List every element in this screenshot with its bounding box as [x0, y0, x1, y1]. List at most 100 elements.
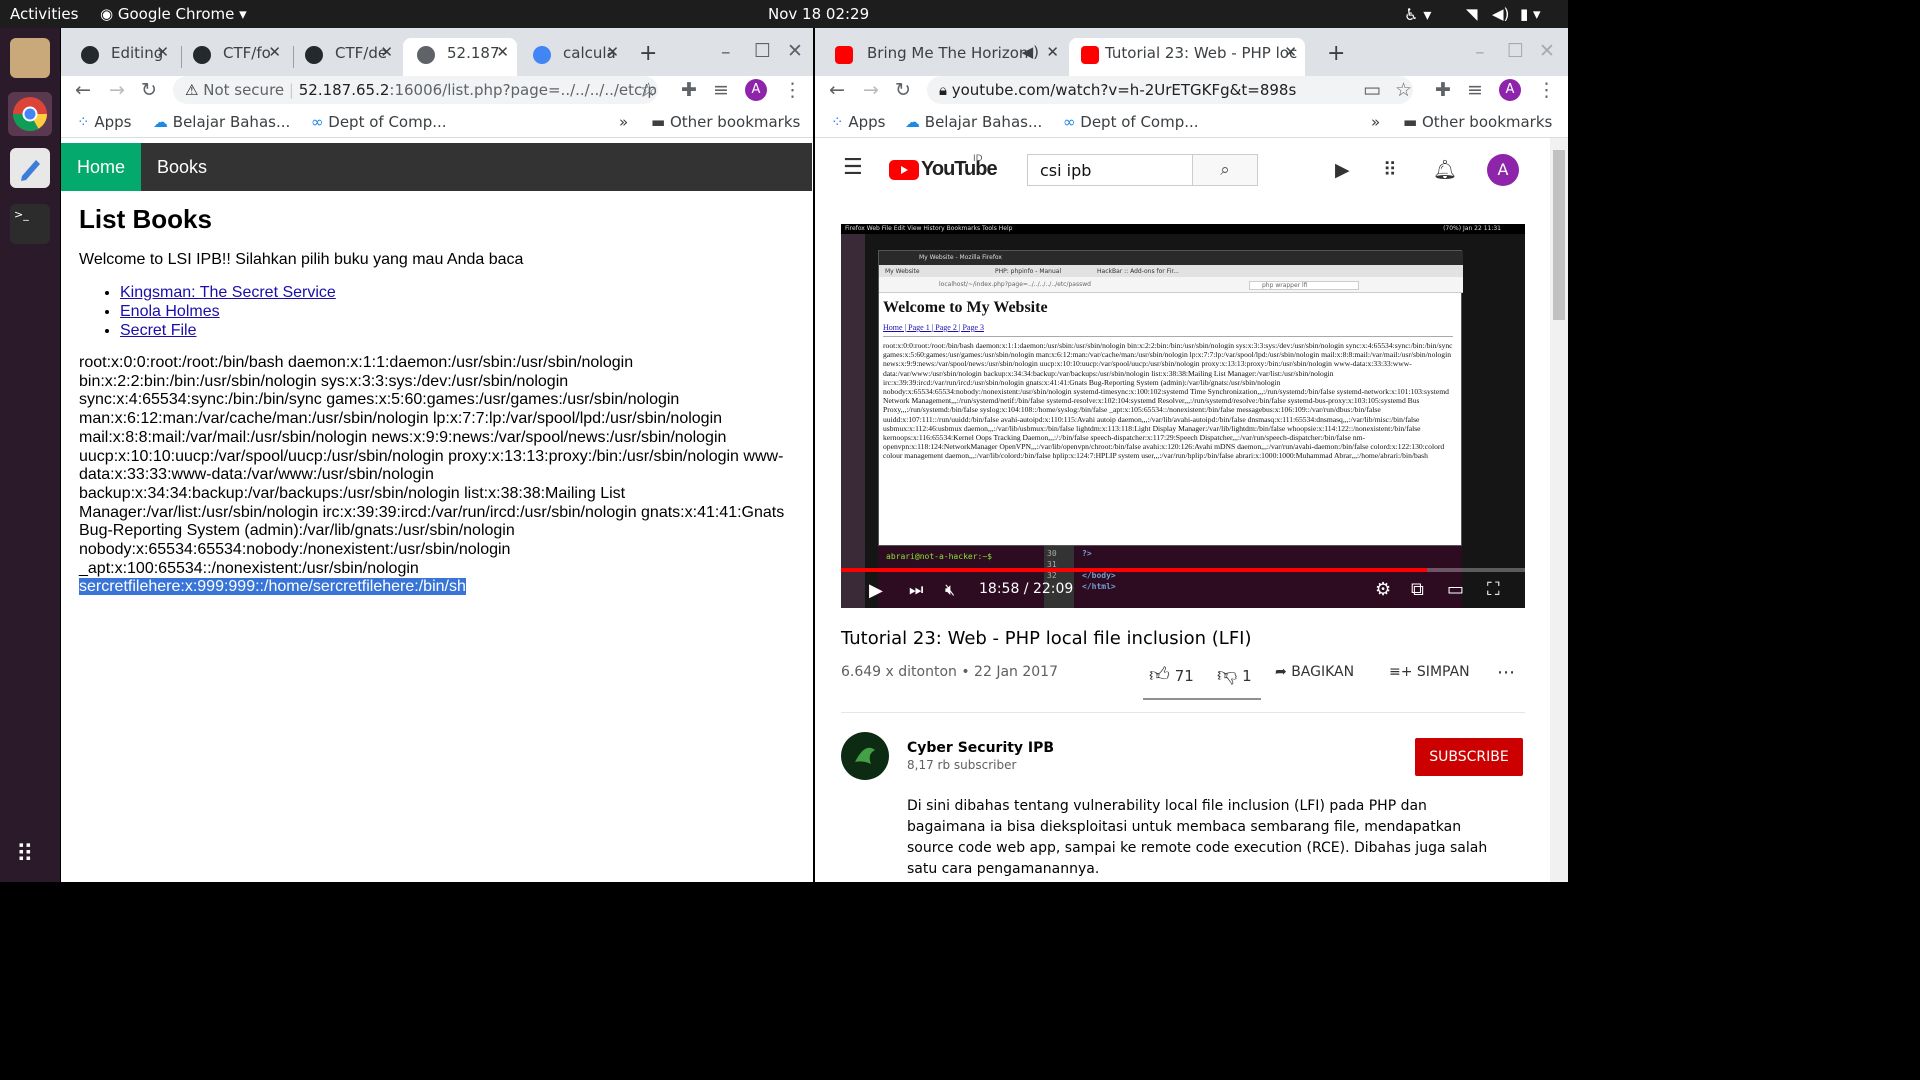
play-icon[interactable]: ▶ — [869, 580, 883, 601]
minimize-icon[interactable]: – — [1475, 42, 1485, 62]
book-link-kingsman[interactable]: Kingsman: The Secret Service — [120, 284, 336, 301]
media-icon[interactable]: ≡ — [713, 80, 729, 100]
create-video-icon[interactable]: ▶︎ — [1335, 160, 1350, 180]
miniplayer-icon[interactable]: ⧉ — [1411, 579, 1424, 600]
more-actions-icon[interactable]: ⋯ — [1497, 662, 1515, 683]
dislike-button[interactable]: 👎︎ 1 — [1217, 662, 1252, 687]
chrome-app-menu[interactable]: ◉ Google Chrome ▾ — [100, 5, 247, 23]
accessibility-icon[interactable]: ♿ ▾ — [1404, 5, 1431, 24]
bookmark-other[interactable]: ▬ Other bookmarks — [651, 113, 800, 131]
reload-icon[interactable]: ↻ — [895, 80, 911, 100]
media-icon[interactable]: ≡ — [1467, 80, 1483, 100]
apps-grid-icon[interactable]: ⠿ — [1383, 160, 1397, 180]
tab-editing[interactable]: Editing ✕ — [67, 38, 177, 76]
menu-icon[interactable]: ⋮ — [1537, 80, 1556, 100]
back-icon[interactable]: ← — [829, 80, 845, 100]
menu-icon[interactable]: ⋮ — [783, 80, 802, 100]
minimize-icon[interactable]: – — [721, 42, 731, 62]
close-icon[interactable]: ✕ — [606, 43, 619, 61]
close-window-icon[interactable]: ✕ — [787, 41, 803, 61]
show-apps-icon[interactable]: ⠿ — [16, 840, 34, 868]
fullscreen-icon[interactable]: ⛶ — [1487, 579, 1500, 600]
forward-icon[interactable]: → — [109, 80, 125, 100]
next-icon[interactable]: ⏭ — [909, 580, 923, 600]
terminal-icon[interactable]: >_ — [10, 204, 50, 244]
left-address-bar[interactable]: ⚠ Not secure | 52.187.65.2:16006/list.ph… — [173, 76, 658, 104]
left-browser-window: Editing ✕ CTF/fo ✕ CTF/de ✕ 52.187 ✕ calcula… — [61, 28, 813, 882]
bookmarks-overflow-icon[interactable]: » — [1371, 113, 1380, 131]
maximize-icon[interactable]: ☐ — [1507, 41, 1524, 61]
volume-icon[interactable]: ◀) — [1492, 5, 1509, 23]
activities-button[interactable]: Activities — [10, 5, 78, 23]
scrollbar[interactable] — [1550, 138, 1568, 882]
reload-icon[interactable]: ↻ — [141, 80, 157, 100]
new-tab-icon[interactable]: + — [1327, 43, 1345, 65]
battery-icon[interactable]: ▮ ▾ — [1520, 5, 1541, 23]
close-icon[interactable]: ✕ — [1046, 43, 1059, 61]
star-icon[interactable]: ☆ — [640, 80, 657, 100]
hamburger-icon[interactable]: ☰ — [843, 157, 863, 179]
selected-text[interactable]: sercretfilehere:x:999:999::/home/sercret… — [79, 578, 466, 596]
close-window-icon[interactable]: ✕ — [1539, 41, 1555, 61]
tab-active-52187[interactable]: 52.187 ✕ — [403, 38, 517, 76]
bookmark-belajar[interactable]: ☁ Belajar Bahas... — [905, 113, 1042, 131]
bookmark-apps[interactable]: ⁘ Apps — [831, 113, 885, 131]
yt-avatar[interactable]: A — [1487, 154, 1519, 186]
scrollbar-thumb[interactable] — [1553, 150, 1565, 320]
tab-calcula[interactable]: calcula ✕ — [519, 38, 627, 76]
save-button[interactable]: ≡+ SIMPAN — [1389, 664, 1470, 680]
cast-icon[interactable]: ▭ — [1363, 80, 1381, 100]
profile-avatar[interactable]: A — [1499, 79, 1521, 101]
close-icon[interactable]: ✕ — [156, 43, 169, 61]
maximize-icon[interactable]: ☐ — [754, 41, 771, 61]
page-title: List Books — [79, 204, 212, 234]
star-icon[interactable]: ☆ — [1395, 80, 1412, 100]
close-icon[interactable]: ✕ — [1284, 43, 1297, 61]
youtube-search-input[interactable]: csi ipb — [1027, 154, 1193, 186]
profile-avatar[interactable]: A — [745, 79, 767, 101]
audio-icon[interactable]: ◀) — [1022, 43, 1039, 61]
video-player[interactable]: Firefox Web File Edit View History Bookm… — [841, 224, 1525, 608]
video-inner-url: localhost/~/index.php?page=../../../../.… — [939, 281, 1091, 288]
wifi-icon[interactable]: ◥ — [1466, 5, 1478, 23]
close-icon[interactable]: ✕ — [268, 43, 281, 61]
bookmark-apps[interactable]: ⁘ Apps — [77, 113, 131, 131]
like-button[interactable]: 👍︎ 71 — [1149, 662, 1194, 687]
tab-active-tutorial[interactable]: Tutorial 23: Web - PHP loc ✕ — [1069, 38, 1305, 76]
chrome-dock-icon[interactable] — [8, 92, 52, 136]
search-icon[interactable]: ⌕ — [1192, 154, 1258, 186]
channel-avatar[interactable] — [841, 732, 889, 780]
files-icon[interactable] — [10, 38, 50, 78]
close-icon[interactable]: ✕ — [496, 43, 509, 61]
clock[interactable]: Nov 18 02:29 — [768, 5, 869, 23]
tab-bring-me-the-horizon[interactable]: Bring Me The Horizon ◀) ✕ — [821, 38, 1067, 76]
right-address-bar[interactable]: 🔒︎ youtube.com/watch?v=h-2UrETGKFg&t=898… — [927, 76, 1413, 104]
forward-icon[interactable]: → — [863, 80, 879, 100]
tab-ctf-2[interactable]: CTF/de ✕ — [291, 38, 401, 76]
nav-home[interactable]: Home — [61, 143, 141, 191]
extensions-icon[interactable]: ✚ — [1435, 80, 1451, 100]
mute-icon[interactable]: 🔇︎ — [945, 580, 955, 600]
share-button[interactable]: ➦ BAGIKAN — [1275, 664, 1354, 680]
channel-name[interactable]: Cyber Security IPB — [907, 740, 1054, 756]
bookmarks-overflow-icon[interactable]: » — [619, 113, 628, 131]
subscribe-button[interactable]: SUBSCRIBE — [1415, 738, 1523, 776]
bookmark-dept[interactable]: ∞ Dept of Comp... — [311, 113, 447, 131]
list-item: Secret File — [120, 321, 804, 340]
text-editor-icon[interactable] — [10, 148, 50, 188]
new-tab-icon[interactable]: + — [639, 43, 657, 65]
youtube-logo-icon[interactable] — [889, 160, 919, 180]
book-link-enola[interactable]: Enola Holmes — [120, 303, 220, 320]
bookmark-dept[interactable]: ∞ Dept of Comp... — [1063, 113, 1199, 131]
back-icon[interactable]: ← — [75, 80, 91, 100]
extensions-icon[interactable]: ✚ — [681, 80, 697, 100]
theater-mode-icon[interactable]: ▭ — [1447, 579, 1464, 600]
book-link-secret-file[interactable]: Secret File — [120, 322, 196, 339]
bookmark-other[interactable]: ▬ Other bookmarks — [1403, 113, 1552, 131]
close-icon[interactable]: ✕ — [380, 43, 393, 61]
bookmark-belajar[interactable]: ☁ Belajar Bahas... — [153, 113, 290, 131]
nav-books[interactable]: Books — [141, 143, 223, 191]
tab-ctf-1[interactable]: CTF/fo ✕ — [179, 38, 289, 76]
settings-gear-icon[interactable]: ⚙ — [1375, 579, 1391, 600]
notifications-bell-icon[interactable]: 🔔︎ — [1433, 160, 1457, 180]
